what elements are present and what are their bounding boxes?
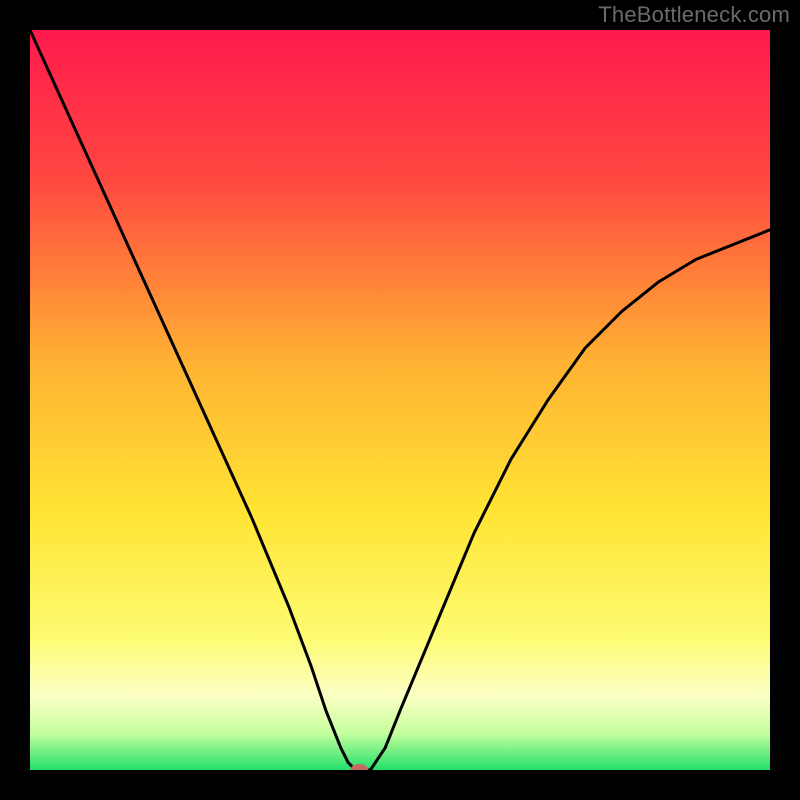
chart-container: TheBottleneck.com: [0, 0, 800, 800]
bottleneck-chart: [30, 30, 770, 770]
watermark-text: TheBottleneck.com: [598, 2, 790, 28]
gradient-background: [30, 30, 770, 770]
